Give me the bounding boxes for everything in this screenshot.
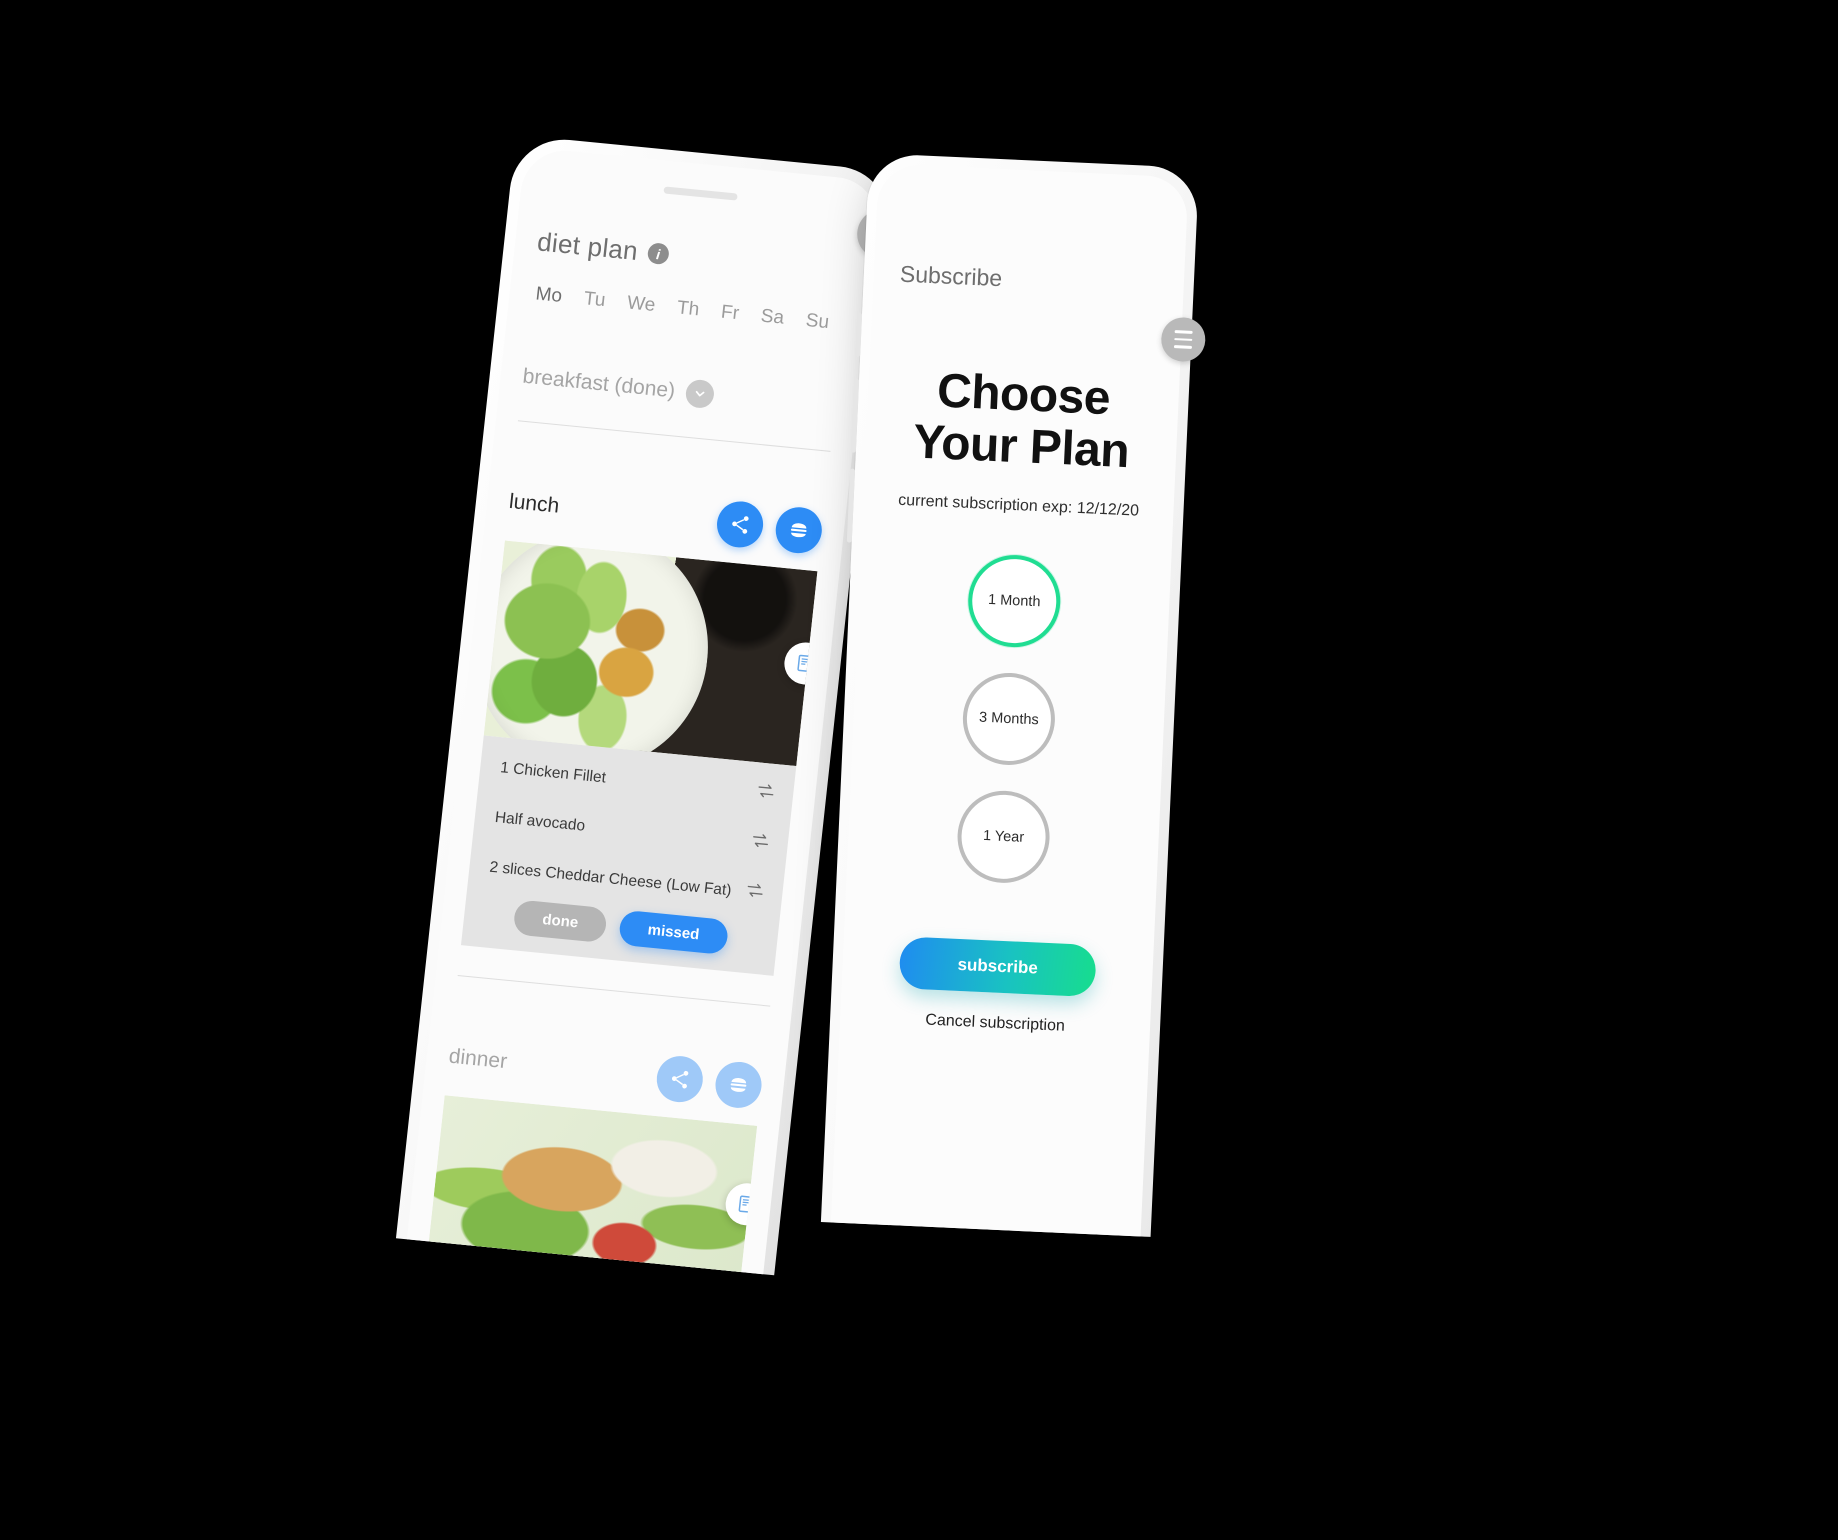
lunch-card: 1 Chicken Fillet Half avocado 2 slices C… [460,540,818,976]
ingredient-row[interactable]: Half Grilled Chicken [420,1272,738,1274]
swap-icon[interactable] [744,881,766,907]
weekday-mo[interactable]: Mo [535,283,564,307]
plan-options: 1 Month 3 Months 1 Year [873,549,1146,888]
breakfast-label: breakfast (done) [521,364,677,403]
weekday-tu[interactable]: Tu [583,288,607,312]
share-icon[interactable] [654,1054,706,1105]
done-button[interactable]: done [512,899,608,944]
diet-plan-header: diet plan i [536,226,852,287]
weekday-sa[interactable]: Sa [760,306,785,330]
plan-option-1-year[interactable]: 1 Year [955,788,1052,885]
ingredient-name: 2 slices Cheddar Cheese (Low Fat) [488,858,733,900]
cancel-subscription-link[interactable]: Cancel subscription [866,1008,1125,1038]
weekday-we[interactable]: We [626,292,656,317]
dinner-card: Half Grilled Chicken [420,1095,758,1275]
burger-icon[interactable] [773,505,825,556]
swap-icon[interactable] [749,831,771,857]
dinner-photo [426,1095,758,1275]
plan-option-3-months[interactable]: 3 Months [960,670,1057,767]
lunch-section-header: lunch [507,479,825,556]
swap-icon[interactable] [755,781,777,807]
subscribe-phone: Subscribe Choose Your Plan current subsc… [820,153,1207,1237]
info-icon[interactable]: i [646,242,670,266]
dinner-ingredient-list: Half Grilled Chicken [420,1266,739,1275]
title-line-2: Your Plan [912,415,1131,478]
subscribe-header: Subscribe [899,260,1003,292]
weekday-fr[interactable]: Fr [720,302,740,326]
section-divider [457,975,771,1007]
chevron-down-icon[interactable] [684,378,716,410]
missed-button[interactable]: missed [618,909,730,956]
lunch-photo [483,540,818,767]
burger-icon[interactable] [713,1059,764,1111]
dinner-section-header: dinner [446,1034,764,1111]
lunch-label: lunch [507,489,561,518]
section-divider [517,420,831,452]
subscribe-button[interactable]: subscribe [898,935,1097,997]
screenshot-stage: diet plan i Mo Tu We Th Fr Sa Su breakfa… [0,0,1838,1540]
plan-option-1-month[interactable]: 1 Month [966,552,1063,649]
weekday-selector: Mo Tu We Th Fr Sa Su [531,283,846,336]
lunch-ingredient-list: 1 Chicken Fillet Half avocado 2 slices C… [460,735,797,976]
dinner-label: dinner [447,1044,509,1074]
ingredient-name: 1 Chicken Fillet [499,759,607,787]
weekday-th[interactable]: Th [676,297,700,321]
current-subscription-text: current subscription exp: 12/12/20 [897,491,1140,520]
ingredient-name: Half avocado [494,808,586,835]
diet-plan-phone: diet plan i Mo Tu We Th Fr Sa Su breakfa… [395,134,910,1276]
share-icon[interactable] [714,499,766,550]
subscribe-screen: Subscribe Choose Your Plan current subsc… [830,163,1189,1237]
breakfast-section-header[interactable]: breakfast (done) [521,363,837,421]
weekday-su[interactable]: Su [805,310,830,334]
page-title: Choose Your Plan [891,363,1153,478]
page-title: diet plan [535,226,640,267]
diet-plan-screen: diet plan i Mo Tu We Th Fr Sa Su breakfa… [406,146,882,1275]
